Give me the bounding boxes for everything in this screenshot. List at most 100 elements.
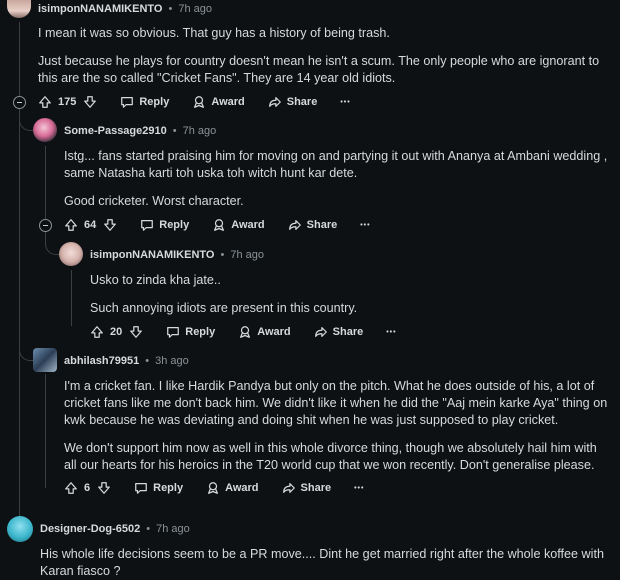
share-button[interactable]: Share [268,95,318,109]
reply-label: Reply [153,482,184,494]
comment-paragraph: I'm a cricket fan. I like Hardik Pandya … [64,379,608,427]
share-icon [268,97,281,107]
thread-line-reply-3 [45,374,46,488]
award-label: Award [211,96,245,108]
more-options-button[interactable]: ••• [360,222,370,229]
comment-paragraph: Good cricketer. Worst character. [64,194,244,208]
comment-paragraph: His whole life decisions seem to be a PR… [40,547,604,578]
share-label: Share [306,219,338,231]
award-icon [240,326,251,338]
comment-actions: 6 Reply Award Share ••• [64,479,364,497]
award-button[interactable]: Award [212,218,265,232]
username[interactable]: isimponNANAMIKENTO [90,249,214,261]
share-button[interactable]: Share [314,325,364,339]
share-icon [314,327,327,337]
downvote-button[interactable] [103,218,117,232]
avatar[interactable] [33,118,57,142]
vote-count: 6 [84,482,91,494]
award-button[interactable]: Award [192,95,245,109]
avatar[interactable] [7,516,33,542]
upvote-icon [91,326,103,338]
comment-paragraph: I mean it was so obvious. That guy has a… [38,26,390,40]
avatar[interactable] [33,348,57,372]
collapse-icon[interactable] [39,219,52,232]
vote-count: 64 [84,219,97,231]
award-icon [194,96,205,108]
username[interactable]: abhilash79951 [64,355,139,367]
more-options-button[interactable]: ••• [386,329,396,336]
meta-separator: • [220,249,225,261]
username[interactable]: isimponNANAMIKENTO [38,3,162,15]
share-icon [282,483,295,493]
award-label: Award [225,482,259,494]
avatar[interactable] [7,0,31,18]
reply-icon [135,483,147,494]
upvote-icon [39,96,51,108]
timestamp[interactable]: 7h ago [156,523,190,535]
comment-body: His whole life decisions seem to be a PR… [40,546,612,580]
reply-button[interactable]: Reply [166,325,215,339]
comment-body: Istg... fans started praising him for mo… [64,148,612,210]
downvote-icon [130,326,143,338]
share-label: Share [332,326,364,338]
meta-separator: • [168,3,173,15]
thread-line-reply-2 [71,270,72,326]
meta-separator: • [145,355,150,367]
reply-icon [121,97,134,108]
reply-button[interactable]: Reply [140,218,189,232]
thread-line-reply-1 [45,146,46,224]
thread-curve-reply-3 [19,338,34,361]
reply-button[interactable]: Reply [134,481,183,495]
upvote-button[interactable] [64,218,78,232]
timestamp[interactable]: 7h ago [178,3,212,15]
thread-curve-reply-2 [45,230,60,255]
reply-icon [167,327,180,338]
more-options-button[interactable]: ••• [340,99,350,106]
share-label: Share [300,482,332,494]
reply-button[interactable]: Reply [120,95,169,109]
username[interactable]: Some-Passage2910 [64,125,167,137]
award-button[interactable]: Award [206,481,259,495]
more-icon: ••• [340,98,351,106]
downvote-button[interactable] [83,95,97,109]
meta-separator: • [146,523,151,535]
meta-separator: • [172,125,177,137]
timestamp[interactable]: 7h ago [230,249,264,261]
thread-curve-reply-1 [19,108,34,131]
reply-icon [141,220,154,231]
upvote-button[interactable] [90,325,104,339]
share-label: Share [286,96,318,108]
downvote-button[interactable] [129,325,143,339]
more-icon: ••• [360,221,371,229]
comment-paragraph: Usko to zinda kha jate.. [90,273,221,287]
upvote-icon [65,482,77,494]
more-icon: ••• [354,484,365,492]
more-options-button[interactable]: ••• [354,485,364,492]
award-button[interactable]: Award [238,325,291,339]
downvote-button[interactable] [97,481,111,495]
timestamp[interactable]: 7h ago [183,125,217,137]
timestamp[interactable]: 3h ago [155,355,189,367]
comment-paragraph: Just because he plays for country doesn'… [38,54,600,85]
avatar[interactable] [59,242,83,266]
comment-actions: 20 Reply Award Share ••• [90,323,397,341]
downvote-icon [98,482,110,494]
comment-actions: 64 Reply Award Share ••• [64,216,371,234]
downvote-icon [104,219,117,231]
comment-paragraph: Istg... fans started praising him for mo… [64,149,608,180]
vote-count: 175 [58,96,77,108]
username[interactable]: Designer-Dog-6502 [40,523,140,535]
comment-body: I mean it was so obvious. That guy has a… [38,25,613,87]
share-icon [288,220,301,230]
share-button[interactable]: Share [282,481,332,495]
upvote-button[interactable] [38,95,52,109]
upvote-button[interactable] [64,481,78,495]
reply-label: Reply [139,96,170,108]
upvote-icon [65,219,77,231]
award-label: Award [231,219,265,231]
share-button[interactable]: Share [288,218,338,232]
award-label: Award [257,326,291,338]
reply-label: Reply [159,219,190,231]
collapse-icon[interactable] [13,96,26,109]
comment-paragraph: We don't support him now as well in this… [64,441,597,472]
